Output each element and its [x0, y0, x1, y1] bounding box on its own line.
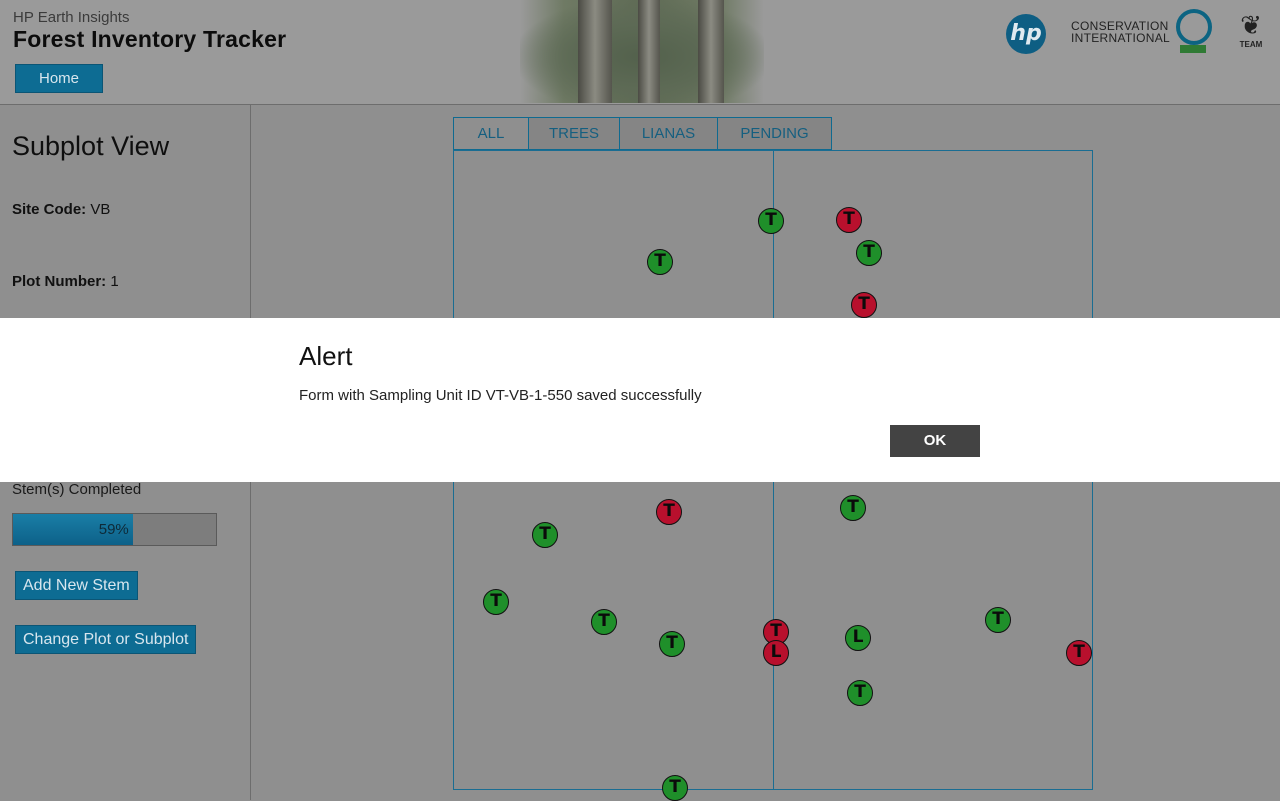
app-title: Forest Inventory Tracker	[13, 26, 287, 52]
tree-marker-red[interactable]: T	[851, 292, 877, 318]
tree-marker-green[interactable]: T	[985, 607, 1011, 633]
app-header: HP Earth Insights Forest Inventory Track…	[0, 0, 1280, 105]
tab-trees[interactable]: TREES	[529, 117, 620, 150]
plot-number: Plot Number: 1	[12, 273, 119, 290]
tab-all[interactable]: ALL	[453, 117, 529, 150]
liana-marker-green[interactable]: L	[845, 625, 871, 651]
site-code: Site Code: VB	[12, 201, 111, 218]
tab-lianas[interactable]: LIANAS	[620, 117, 718, 150]
tree-marker-red[interactable]: T	[1066, 640, 1092, 666]
ok-button[interactable]: OK	[890, 425, 980, 457]
stems-progress-bar: 59%	[12, 513, 217, 546]
change-plot-button[interactable]: Change Plot or Subplot	[15, 625, 197, 654]
app-subtitle: HP Earth Insights	[13, 9, 130, 26]
tree-marker-green[interactable]: T	[659, 631, 685, 657]
page-title: Subplot View	[12, 131, 170, 161]
tree-marker-green[interactable]: T	[483, 589, 509, 615]
tree-marker-green[interactable]: T	[758, 208, 784, 234]
tree-marker-green[interactable]: T	[532, 522, 558, 548]
tab-pending[interactable]: PENDING	[718, 117, 832, 150]
alert-dialog: Alert Form with Sampling Unit ID VT-VB-1…	[0, 318, 1280, 482]
tree-marker-red[interactable]: T	[836, 207, 862, 233]
team-logo: ❦ TEAM	[1236, 10, 1266, 54]
forest-banner-image	[520, 0, 764, 103]
progress-percent: 59%	[98, 521, 129, 538]
conservation-international-logo-bar	[1180, 45, 1206, 53]
stems-completed-label: Stem(s) Completed	[12, 481, 142, 498]
plant-icon: ❦	[1240, 10, 1262, 40]
tree-marker-green[interactable]: T	[591, 609, 617, 635]
conservation-international-logo	[1176, 9, 1212, 45]
alert-title: Alert	[299, 341, 353, 371]
tree-marker-green[interactable]: T	[856, 240, 882, 266]
conservation-international-logo-text: CONSERVATION INTERNATIONAL	[1071, 19, 1171, 45]
tree-marker-green[interactable]: T	[647, 249, 673, 275]
alert-message: Form with Sampling Unit ID VT-VB-1-550 s…	[299, 387, 702, 404]
tree-marker-green[interactable]: T	[847, 680, 873, 706]
hp-logo: hp	[1006, 14, 1046, 54]
tree-marker-green[interactable]: T	[662, 775, 688, 801]
filter-tabs: ALL TREES LIANAS PENDING	[453, 117, 832, 150]
tree-marker-red[interactable]: T	[656, 499, 682, 525]
tree-marker-green[interactable]: T	[840, 495, 866, 521]
home-button[interactable]: Home	[15, 64, 103, 93]
liana-marker-red[interactable]: L	[763, 640, 789, 666]
add-new-stem-button[interactable]: Add New Stem	[15, 571, 138, 600]
